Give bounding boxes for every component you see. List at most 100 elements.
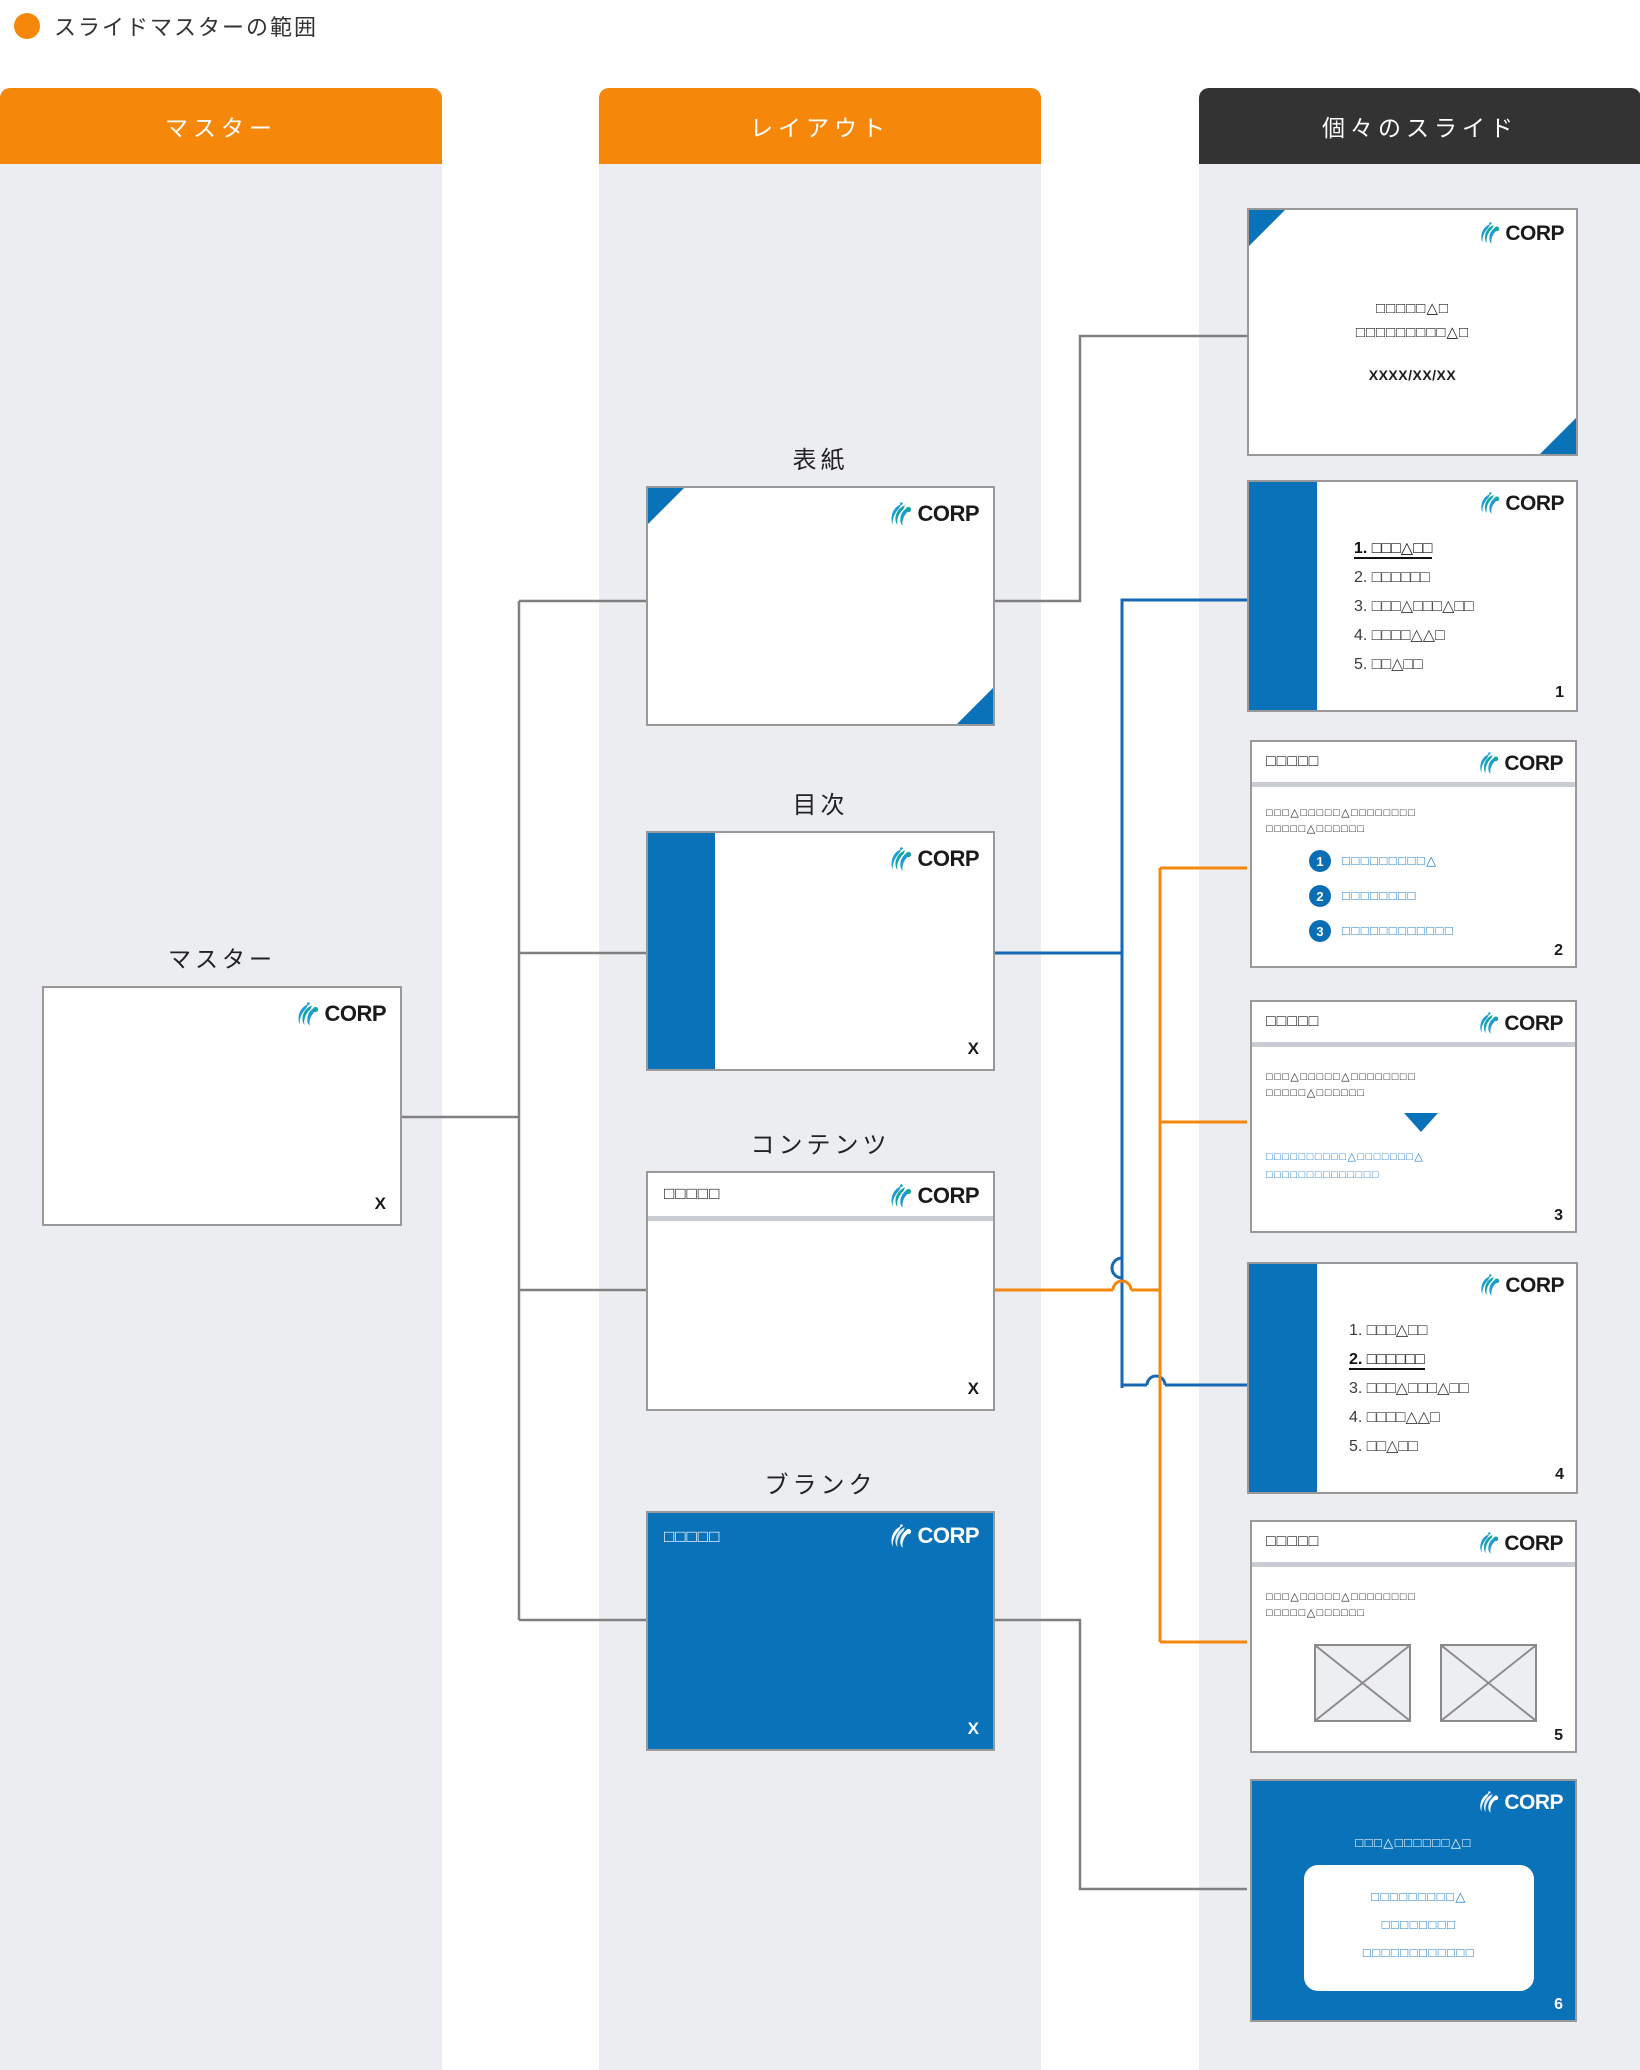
- slide-1[interactable]: CORP 1. □□□△□□ 2. □□□□□□ 3. □□□△□□□△□□ 4…: [1247, 480, 1578, 712]
- header-placeholder-text: □□□□□: [1266, 753, 1320, 770]
- layout-blank-title: ブランク: [764, 1472, 877, 1499]
- slide-3-result-line1: □□□□□□□□□□△□□□□□□□△: [1266, 1151, 1425, 1163]
- corp-logo: CORP: [295, 1002, 386, 1026]
- toc-item: 2. □□□□□□: [1354, 569, 1430, 586]
- corp-wordmark: CORP: [917, 1523, 979, 1548]
- corp-logo: CORP: [888, 1184, 979, 1208]
- toc-item: 1. □□□△□□: [1354, 540, 1433, 559]
- slide-2-page-number: 2: [1554, 942, 1563, 959]
- slide-3-body-line1: □□□△□□□□□△□□□□□□□□: [1266, 1071, 1417, 1083]
- slide-2[interactable]: □□□□□ CORP □□□△□□□□□△□□□□□□□□ □□□□□△□□□□…: [1250, 740, 1577, 968]
- corp-logo: CORP: [1477, 752, 1563, 774]
- corp-wordmark: CORP: [917, 846, 979, 871]
- slide-cover[interactable]: CORP □□□□□△□ □□□□□□□□□△□ XXXX/XX/XX: [1247, 208, 1578, 456]
- slide-6[interactable]: CORP □□□△□□□□□□△□ □□□□□□□□□△ □□□□□□□□ □□…: [1250, 1779, 1577, 2022]
- corp-logo: CORP: [1478, 1274, 1564, 1296]
- master-card-title: マスター: [168, 946, 276, 972]
- column-header-layout: レイアウト: [599, 88, 1041, 164]
- header-placeholder-text: □□□□□: [664, 1527, 721, 1546]
- slide-2-numbered-text-1: □□□□□□□□□△: [1342, 853, 1438, 868]
- master-page-marker: X: [374, 1194, 386, 1213]
- corp-logo: CORP: [1477, 1791, 1563, 1813]
- layout-toc-page-marker: X: [967, 1039, 979, 1058]
- corp-swoosh-icon: [298, 1002, 319, 1026]
- slide-3[interactable]: □□□□□ CORP □□□△□□□□□△□□□□□□□□ □□□□□△□□□□…: [1250, 1000, 1577, 1233]
- left-blue-band: [1249, 482, 1317, 710]
- slide-3-page-number: 3: [1554, 1207, 1563, 1224]
- column-header-master-label: マスター: [165, 115, 277, 141]
- toc-item: 3. □□□△□□□△□□: [1349, 1380, 1469, 1397]
- slide-2-numbered-text-2: □□□□□□□□: [1342, 888, 1417, 903]
- corp-logo: CORP: [1477, 1532, 1563, 1554]
- corp-swoosh-icon: [1480, 1532, 1499, 1554]
- diagram-root: スライドマスターの範囲 マスター レイアウト 個々のスライド マスター CORP…: [0, 0, 1640, 2070]
- legend: スライドマスターの範囲: [14, 10, 318, 42]
- layout-toc-thumb[interactable]: CORP X: [646, 831, 995, 1071]
- corp-swoosh-icon: [1481, 492, 1500, 514]
- corp-swoosh-icon: [1480, 1791, 1499, 1813]
- number-badge-2: 2: [1309, 885, 1331, 907]
- corp-swoosh-icon: [1481, 1274, 1500, 1296]
- slide-5-body-line2: □□□□□△□□□□□□: [1266, 1607, 1366, 1619]
- slide-5-page-number: 5: [1554, 1727, 1563, 1744]
- slide-5[interactable]: □□□□□ CORP □□□△□□□□□△□□□□□□□□ □□□□□△□□□□…: [1250, 1520, 1577, 1753]
- layout-cover-thumb[interactable]: CORP: [646, 486, 995, 726]
- corp-logo: CORP: [888, 502, 979, 526]
- down-triangle-icon: [1404, 1113, 1438, 1132]
- cross-icon: [1442, 1646, 1535, 1720]
- column-header-slides-label: 個々のスライド: [1322, 115, 1518, 141]
- number-badge-label: 1: [1316, 853, 1324, 869]
- slide-cover-title-line1: □□□□□△□: [1376, 300, 1449, 317]
- slide-5-body-line1: □□□△□□□□□△□□□□□□□□: [1266, 1591, 1417, 1603]
- slide-2-numbered-text-3: □□□□□□□□□□□□: [1342, 923, 1455, 938]
- slide-6-card-line-3: □□□□□□□□□□□□: [1362, 1945, 1476, 1960]
- toc-item: 5. □□△□□: [1349, 1438, 1418, 1455]
- corp-logo: CORP: [888, 1524, 979, 1548]
- toc-item: 2. □□□□□□: [1349, 1351, 1425, 1370]
- slide-6-heading: □□□△□□□□□□△□: [1355, 1835, 1472, 1850]
- slide-3-body-line2: □□□□□△□□□□□□: [1266, 1087, 1366, 1099]
- slide-4-page-number: 4: [1555, 1466, 1564, 1483]
- toc-item: 5. □□△□□: [1354, 656, 1423, 673]
- slide-6-callout-card: □□□□□□□□□△ □□□□□□□□ □□□□□□□□□□□□: [1304, 1865, 1534, 1991]
- header-placeholder-text: □□□□□: [1266, 1533, 1320, 1550]
- corner-triangle-bottom-right-icon: [957, 688, 993, 724]
- slide-1-toc-list: 1. □□□△□□ 2. □□□□□□ 3. □□□△□□□△□□ 4. □□□…: [1354, 534, 1474, 679]
- corp-logo: CORP: [1478, 492, 1564, 514]
- number-badge-label: 2: [1316, 888, 1324, 904]
- toc-item: 4. □□□□△△□: [1349, 1409, 1440, 1426]
- corp-swoosh-icon: [1480, 1012, 1499, 1034]
- corp-swoosh-icon: [891, 1184, 912, 1208]
- corp-wordmark: CORP: [324, 1001, 386, 1026]
- left-blue-band: [1249, 1264, 1317, 1492]
- layout-blank-thumb[interactable]: □□□□□ CORP X: [646, 1511, 995, 1751]
- toc-item: 1. □□□△□□: [1349, 1322, 1428, 1339]
- image-placeholder-left: [1314, 1644, 1411, 1722]
- slide-cover-title-line2: □□□□□□□□□△□: [1355, 324, 1470, 341]
- corp-swoosh-icon: [1480, 752, 1499, 774]
- layout-toc-title: 目次: [792, 792, 849, 819]
- toc-item: 3. □□□△□□□△□□: [1354, 598, 1474, 615]
- corp-logo: CORP: [1478, 222, 1564, 244]
- slide-4[interactable]: CORP 1. □□□△□□ 2. □□□□□□ 3. □□□△□□□△□□ 4…: [1247, 1262, 1578, 1494]
- corp-wordmark: CORP: [1504, 751, 1563, 775]
- slide-cover-date: XXXX/XX/XX: [1368, 367, 1457, 383]
- corp-wordmark: CORP: [1504, 1531, 1563, 1555]
- slide-6-card-line-1: □□□□□□□□□△: [1371, 1889, 1467, 1904]
- master-slide-thumb[interactable]: CORP X: [42, 986, 402, 1226]
- corp-wordmark: CORP: [1504, 1790, 1563, 1814]
- layout-contents-page-marker: X: [967, 1379, 979, 1398]
- slide-3-result-line2: □□□□□□□□□□□□□□: [1266, 1169, 1381, 1181]
- corp-logo: CORP: [1477, 1012, 1563, 1034]
- corp-swoosh-icon: [891, 1524, 912, 1548]
- slide-2-body-line2: □□□□□△□□□□□□: [1266, 823, 1366, 835]
- left-blue-band: [648, 833, 715, 1069]
- header-placeholder-text: □□□□□: [664, 1184, 721, 1203]
- corp-swoosh-icon: [1481, 222, 1500, 244]
- number-badge-label: 3: [1316, 923, 1324, 939]
- layout-blank-page-marker: X: [967, 1719, 979, 1738]
- image-placeholder-right: [1440, 1644, 1537, 1722]
- slide-6-page-number: 6: [1554, 1996, 1563, 2013]
- corp-wordmark: CORP: [1505, 1273, 1564, 1297]
- layout-contents-thumb[interactable]: □□□□□ CORP X: [646, 1171, 995, 1411]
